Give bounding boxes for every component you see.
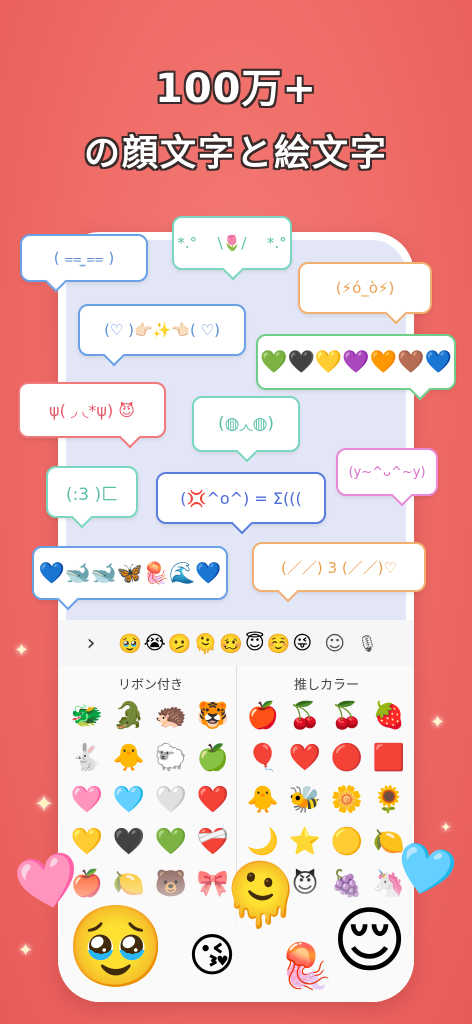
emoji-key[interactable]: 🩷 [66, 784, 108, 816]
emoji-key[interactable]: 🐇 [66, 742, 108, 774]
kaomoji-bubble[interactable]: ( ⩵ ̫⩵ ) [20, 234, 148, 282]
bubble-text: (◍◞◟◍) [217, 414, 275, 434]
emoji-key[interactable]: 🐊 [108, 700, 150, 732]
sparkle-icon: ✦ [34, 790, 55, 818]
bubble-text: ψ( ◞ ◟*ψ) 😈 [49, 400, 135, 420]
kaomoji-bubble[interactable]: (y~^ᴗ^~y) [336, 448, 438, 496]
recent-emoji[interactable]: 😭 [144, 632, 166, 655]
recent-emoji[interactable]: 😜 [292, 632, 312, 655]
keyboard-toolbar: › 🥹 😭 🫤 🫠 🥴 😇 ☺️ 😜 ☺ 🎙 [58, 620, 414, 667]
emoji-key[interactable]: 🐯 [192, 700, 234, 732]
kaomoji-bubble[interactable]: (◍◞◟◍) [192, 396, 300, 452]
emoji-key[interactable]: 🍎 [242, 700, 284, 732]
emoji-key[interactable]: 🐥 [242, 784, 284, 816]
microphone-icon[interactable]: 🎙 [357, 634, 377, 653]
melting-face-icon: 🫠 [222, 858, 300, 931]
sparkle-icon: ✦ [18, 940, 34, 961]
emoji-key[interactable]: 💚 [150, 826, 192, 858]
emoji-key[interactable]: ❤️ [284, 742, 326, 774]
bubble-text: *.° ⠀ \🌷/ ⠀ *.° [177, 234, 287, 252]
kaomoji-bubble[interactable]: (💢^o^) = Σ((( [156, 472, 326, 524]
emoji-key[interactable]: 🔴 [326, 742, 368, 774]
sparkle-icon: ✦ [440, 820, 452, 836]
emoji-key[interactable]: 🍒 [284, 700, 326, 732]
emoji-key[interactable]: ❤️ [192, 784, 234, 816]
emoji-key[interactable]: 🐲 [66, 700, 108, 732]
recent-emoji[interactable]: 🫤 [168, 632, 192, 655]
emoji-key[interactable]: ❤️‍🩹 [192, 826, 234, 858]
emoji-key[interactable]: 🤍 [150, 784, 192, 816]
emoji-key[interactable]: 🩵 [108, 784, 150, 816]
recent-emoji-strip: 🥹 😭 🫤 🫠 🥴 😇 ☺️ 😜 [118, 632, 312, 655]
kaomoji-bubble[interactable]: (:3 )⼕ [46, 466, 138, 518]
emoji-key[interactable]: 🌼 [326, 784, 368, 816]
kaomoji-bubble[interactable]: *.° ⠀ \🌷/ ⠀ *.° [172, 216, 292, 270]
headline-line2-text: の顔文字と絵文字 [83, 133, 388, 174]
bubble-text: (y~^ᴗ^~y) [348, 464, 426, 480]
smiley-icon[interactable]: ☺ [324, 631, 345, 655]
kaomoji-bubble[interactable]: (♡ )👉🏻✨👈🏻( ♡) [78, 304, 246, 356]
emoji-key[interactable]: 🎈 [242, 742, 284, 774]
bubble-text: (⚡ó_ò⚡) [335, 279, 395, 297]
sparkle-icon: ✦ [430, 712, 446, 733]
recent-emoji[interactable]: 🥹 [118, 632, 142, 655]
emoji-key[interactable]: 🐥 [108, 742, 150, 774]
relieved-face-icon: 😌 [332, 898, 408, 982]
bubble-text: ( ⩵ ̫⩵ ) [53, 249, 115, 267]
sparkle-icon: ✦ [14, 640, 30, 661]
bubble-text: 💚🖤💛💜🧡🤎💙 [260, 349, 452, 375]
emoji-key[interactable]: 🦔 [150, 700, 192, 732]
category-title-oshi-color: 推しカラー [294, 678, 360, 693]
headline-line1: 100万+ [154, 66, 317, 112]
emoji-key[interactable]: 🍏 [192, 742, 234, 774]
emoji-key[interactable]: 🌻 [368, 784, 410, 816]
category-title-ribbon: リボン付き [118, 678, 184, 693]
recent-emoji[interactable]: 🥴 [219, 632, 243, 655]
emoji-key[interactable]: 🟡 [326, 826, 368, 858]
bubble-text: (:3 )⼕ [65, 484, 119, 505]
emoji-bubble[interactable]: 💚🖤💛💜🧡🤎💙 [256, 334, 456, 390]
emoji-key[interactable]: 🌙 [242, 826, 284, 858]
recent-emoji[interactable]: ☺️ [267, 632, 291, 655]
emoji-key[interactable]: ⭐ [284, 826, 326, 858]
pleading-face-icon: 🥹 [66, 900, 166, 993]
emoji-bubble[interactable]: 💙🐋🐋🦋🪼🌊💙 [32, 546, 228, 600]
chevron-right-icon[interactable]: › [76, 631, 106, 656]
bubble-text: (／／) 3 (／／)♡ [281, 558, 397, 577]
emoji-key[interactable]: 🖤 [108, 826, 150, 858]
kiss-face-icon: 😘 [188, 928, 236, 982]
recent-emoji[interactable]: 😇 [245, 632, 265, 655]
kaomoji-bubble[interactable]: (⚡ó_ò⚡) [298, 262, 432, 314]
jellyfish-icon: 🪼 [278, 941, 333, 992]
recent-emoji[interactable]: 🫠 [194, 632, 218, 655]
emoji-key[interactable]: 🟥 [368, 742, 410, 774]
bubble-text: (♡ )👉🏻✨👈🏻( ♡) [104, 321, 220, 339]
emoji-key[interactable]: 🐝 [284, 784, 326, 816]
headline-line2: の顔文字と絵文字 [0, 124, 472, 176]
emoji-key[interactable]: 🐑 [150, 742, 192, 774]
kaomoji-bubble[interactable]: ψ( ◞ ◟*ψ) 😈 [18, 382, 166, 438]
emoji-key[interactable]: 🍒 [326, 700, 368, 732]
emoji-key[interactable]: 🍓 [368, 700, 410, 732]
kaomoji-bubble[interactable]: (／／) 3 (／／)♡ [252, 542, 426, 592]
bubble-text: (💢^o^) = Σ((( [180, 488, 302, 508]
bubble-text: 💙🐋🐋🦋🪼🌊💙 [38, 560, 222, 585]
